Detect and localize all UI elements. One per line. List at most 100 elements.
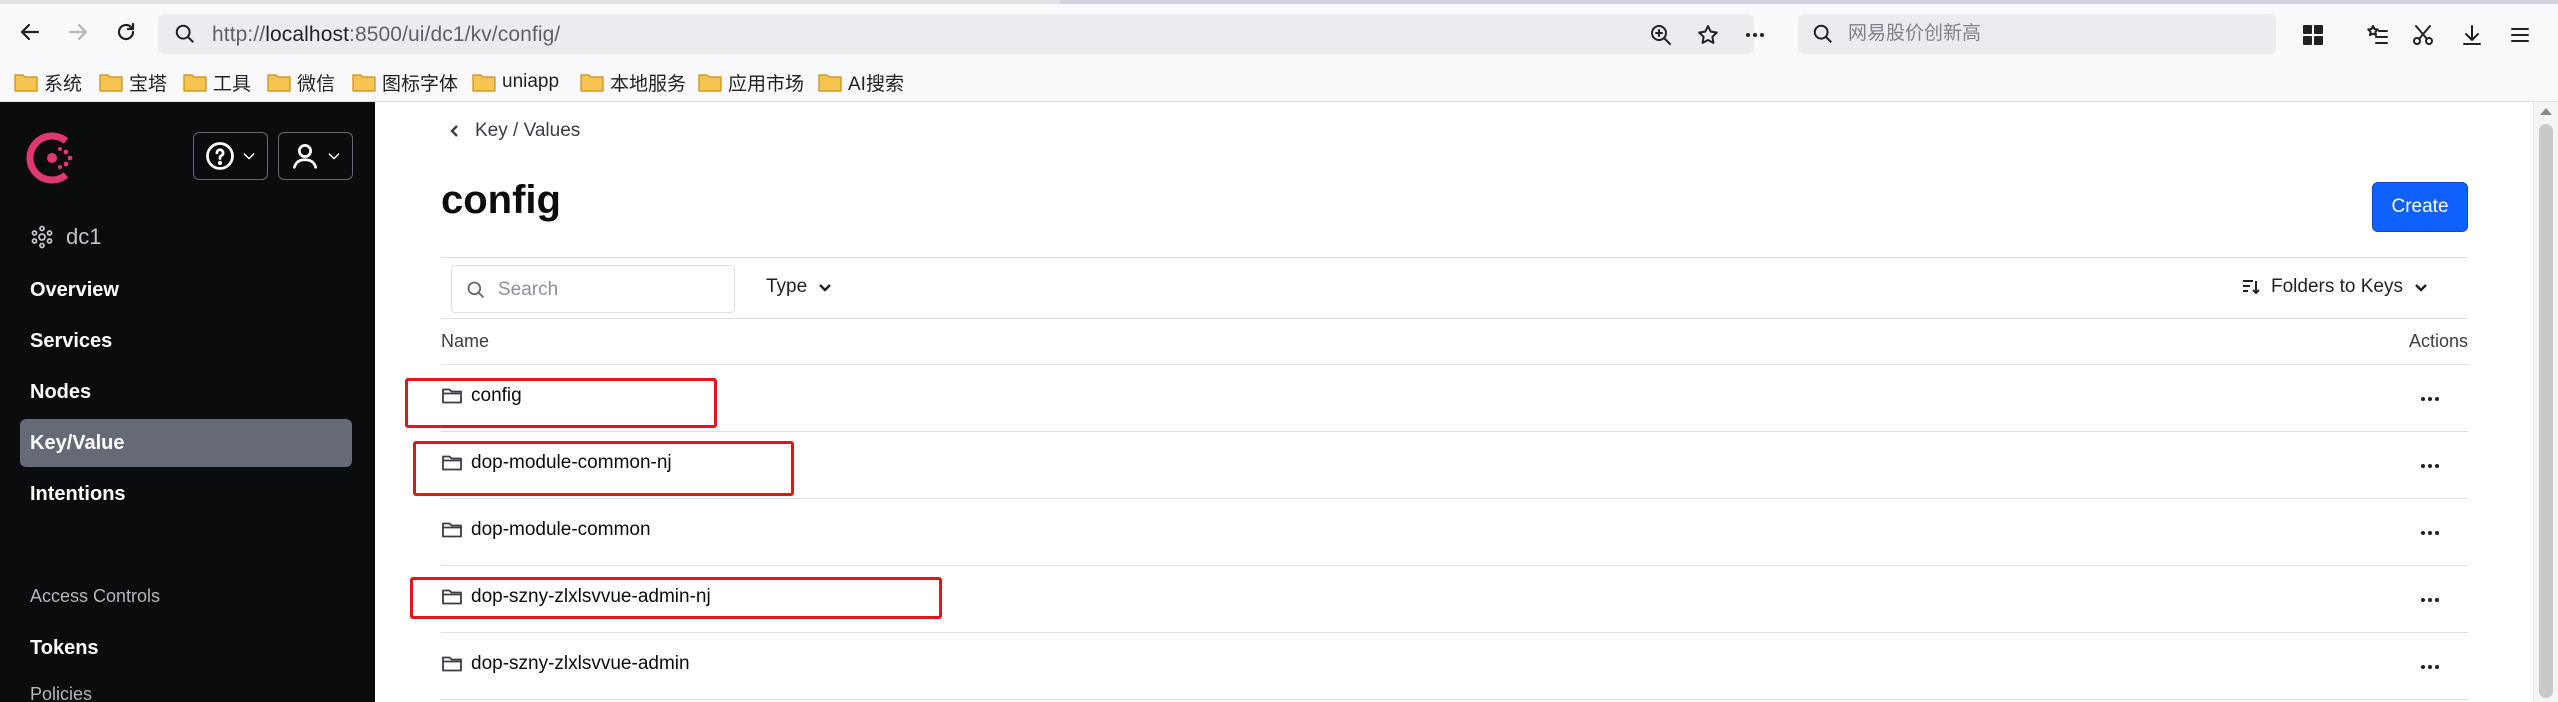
nav-overview[interactable]: Overview xyxy=(20,266,352,314)
filter-bar: Type Folders to Keys xyxy=(441,257,2468,319)
bookmark-folder[interactable]: 系统 xyxy=(14,68,82,96)
url-prefix: http:// xyxy=(212,23,266,46)
nav-intentions[interactable]: Intentions xyxy=(20,470,352,518)
search-field[interactable] xyxy=(451,265,735,313)
datacenter-icon xyxy=(31,225,53,249)
reload-button[interactable] xyxy=(110,16,142,48)
tab-strip-edge xyxy=(1060,0,2558,4)
extensions-button[interactable] xyxy=(2298,20,2328,50)
chevron-down-icon xyxy=(243,153,254,160)
search-input[interactable] xyxy=(498,278,718,302)
bookmarks-bar: 系统 宝塔 工具 微信 图标字体 uniapp 本地服务 应用市场 AI搜索 xyxy=(0,62,2558,102)
star-icon xyxy=(1698,25,1718,44)
chevron-down-icon xyxy=(2415,284,2427,292)
grid-icon xyxy=(2303,25,2323,45)
scroll-up-arrow[interactable] xyxy=(2540,108,2552,115)
row-name[interactable]: dop-module-common xyxy=(441,519,651,541)
arrow-left-icon xyxy=(20,23,40,41)
bookmark-folder[interactable]: 微信 xyxy=(267,68,335,96)
folder-icon xyxy=(352,74,376,92)
row-actions-button[interactable] xyxy=(2416,523,2444,543)
download-icon xyxy=(2463,25,2481,45)
forward-button[interactable] xyxy=(62,16,94,48)
sidebar: dc1 Overview Services Nodes Key/Value In… xyxy=(0,102,375,702)
url-path: :8500/ui/dc1/kv/config/ xyxy=(349,23,561,46)
bookmark-folder[interactable]: uniapp xyxy=(472,68,559,96)
page-scrollbar[interactable] xyxy=(2533,102,2558,702)
help-icon xyxy=(205,142,234,170)
breadcrumb-link[interactable]: Key / Values xyxy=(475,120,580,142)
help-menu-button[interactable] xyxy=(193,132,268,180)
bookmark-star-button[interactable] xyxy=(1694,21,1722,49)
menu-button[interactable] xyxy=(2505,20,2535,50)
annotation-box xyxy=(410,577,942,619)
nav-nodes[interactable]: Nodes xyxy=(20,368,352,416)
search-icon xyxy=(175,24,194,43)
nav-services[interactable]: Services xyxy=(20,317,352,365)
row-actions-button[interactable] xyxy=(2416,389,2444,409)
nav-key-value[interactable]: Key/Value xyxy=(20,419,352,467)
section-access-controls: Access Controls xyxy=(30,586,161,606)
downloads-button[interactable] xyxy=(2457,20,2487,50)
table-row[interactable]: dop-module-common xyxy=(441,499,2468,566)
row-actions-button[interactable] xyxy=(2416,590,2444,610)
bookmark-folder[interactable]: 图标字体 xyxy=(352,68,458,96)
folder-icon xyxy=(698,74,722,92)
main-content: Key / Values config Create Type Folders … xyxy=(375,102,2533,702)
folder-icon xyxy=(472,74,496,92)
chevron-down-icon xyxy=(328,153,339,160)
type-filter-dropdown[interactable]: Type xyxy=(766,276,833,298)
bookmark-label: AI搜索 xyxy=(848,73,904,95)
nav-policies[interactable]: Policies xyxy=(30,684,92,702)
dot xyxy=(2421,598,2425,602)
bookmark-label: 微信 xyxy=(297,73,336,95)
sort-icon xyxy=(2243,280,2260,295)
star-list-icon xyxy=(2367,25,2388,44)
reading-list-button[interactable] xyxy=(2363,20,2393,50)
table-row[interactable]: config xyxy=(441,365,2468,432)
dot xyxy=(2428,598,2432,602)
consul-logo-icon[interactable] xyxy=(26,132,78,184)
row-name[interactable]: dop-szny-zlxlsvvue-admin xyxy=(441,653,690,675)
screenshot-button[interactable] xyxy=(2408,20,2438,50)
bookmark-folder[interactable]: 宝塔 xyxy=(99,68,167,96)
bookmark-folder[interactable]: 本地服务 xyxy=(580,68,686,96)
bookmark-label: 图标字体 xyxy=(382,73,459,95)
scroll-thumb[interactable] xyxy=(2539,124,2553,698)
user-menu-button[interactable] xyxy=(278,132,353,180)
bookmark-folder[interactable]: AI搜索 xyxy=(818,68,904,96)
tab-strip-edge xyxy=(0,0,1060,4)
row-actions-button[interactable] xyxy=(2416,456,2444,476)
more-horizontal-icon xyxy=(1746,33,1764,37)
page-actions-button[interactable] xyxy=(1741,21,1769,49)
folder-icon xyxy=(442,656,462,672)
nav-tokens[interactable]: Tokens xyxy=(20,624,352,672)
sort-dropdown[interactable]: Folders to Keys xyxy=(2241,276,2429,298)
dot xyxy=(2421,397,2425,401)
create-button[interactable]: Create xyxy=(2372,182,2468,232)
row-actions-button[interactable] xyxy=(2416,657,2444,677)
reload-icon xyxy=(117,22,135,41)
bookmark-label: 宝塔 xyxy=(129,73,168,95)
breadcrumb[interactable]: Key / Values xyxy=(447,120,580,142)
address-bar[interactable]: http://localhost:8500/ui/dc1/kv/config/ xyxy=(158,14,1764,54)
bookmark-label: 本地服务 xyxy=(610,73,687,95)
dot xyxy=(2428,464,2432,468)
back-button[interactable] xyxy=(14,16,46,48)
row-label: dop-szny-zlxlsvvue-admin xyxy=(471,653,690,674)
sort-label: Folders to Keys xyxy=(2271,276,2403,297)
bookmark-folder[interactable]: 应用市场 xyxy=(698,68,804,96)
folder-icon xyxy=(818,74,842,92)
bookmark-label: 应用市场 xyxy=(728,73,805,95)
url-text[interactable]: http://localhost:8500/ui/dc1/kv/config/ xyxy=(212,23,560,47)
zoom-button[interactable] xyxy=(1647,21,1675,49)
table-row[interactable]: dop-szny-zlxlsvvue-admin xyxy=(441,633,2468,700)
bookmark-folder[interactable]: 工具 xyxy=(183,68,251,96)
web-search-input[interactable] xyxy=(1848,21,2248,47)
bookmark-label: 工具 xyxy=(213,73,252,95)
web-search-box[interactable] xyxy=(1798,14,2276,54)
datacenter-selector[interactable]: dc1 xyxy=(30,224,101,250)
user-icon xyxy=(292,144,317,169)
row-label: dop-module-common xyxy=(471,519,651,540)
browser-chrome: http://localhost:8500/ui/dc1/kv/config/ xyxy=(0,0,2558,62)
